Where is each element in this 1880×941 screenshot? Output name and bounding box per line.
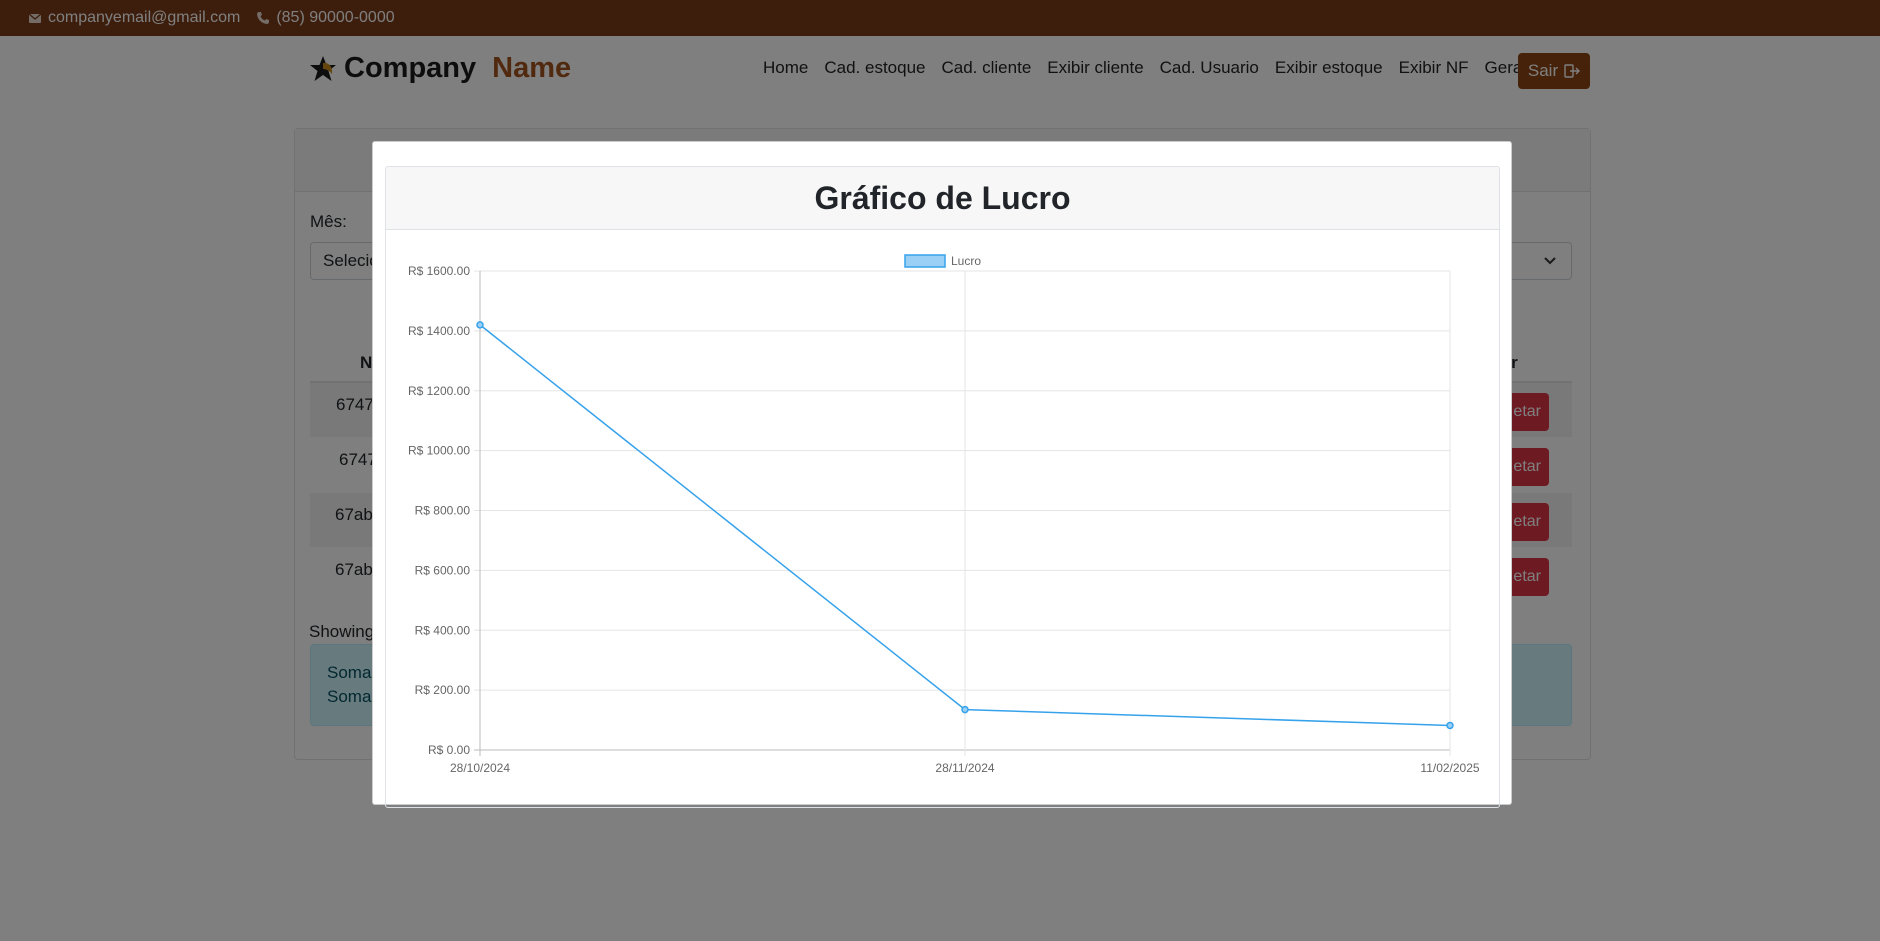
y-tick-label: R$ 1200.00 <box>408 384 470 398</box>
y-tick-label: R$ 0.00 <box>428 743 470 757</box>
y-tick-label: R$ 1000.00 <box>408 444 470 458</box>
chart-card-header: Gráfico de Lucro <box>386 167 1499 230</box>
x-tick-label: 28/10/2024 <box>450 761 510 775</box>
y-tick-label: R$ 200.00 <box>415 683 471 697</box>
y-tick-label: R$ 1600.00 <box>408 264 470 278</box>
y-tick-label: R$ 800.00 <box>415 504 471 518</box>
data-point <box>476 321 484 329</box>
profit-line-chart: R$ 0.00 R$ 200.00 R$ 400.00 R$ 600.00 R$ 800… <box>408 254 1480 775</box>
data-point <box>961 705 969 714</box>
y-tick-label: R$ 400.00 <box>415 623 471 637</box>
y-tick-label: R$ 600.00 <box>415 563 471 577</box>
x-tick-label: 28/11/2024 <box>935 761 994 775</box>
chart-modal: Gráfico de Lucro R$ 0.00 R$ 200.00 R$ 400.… <box>372 141 1512 808</box>
legend-swatch <box>904 254 946 268</box>
x-tick-label: 11/02/2025 <box>1420 761 1479 775</box>
legend-label: Lucro <box>951 254 981 268</box>
chart-title: Gráfico de Lucro <box>814 179 1071 216</box>
chart-card: Gráfico de Lucro R$ 0.00 R$ 200.00 R$ 400.… <box>385 166 1500 808</box>
y-tick-label: R$ 1400.00 <box>408 324 470 338</box>
data-point <box>1446 721 1454 730</box>
